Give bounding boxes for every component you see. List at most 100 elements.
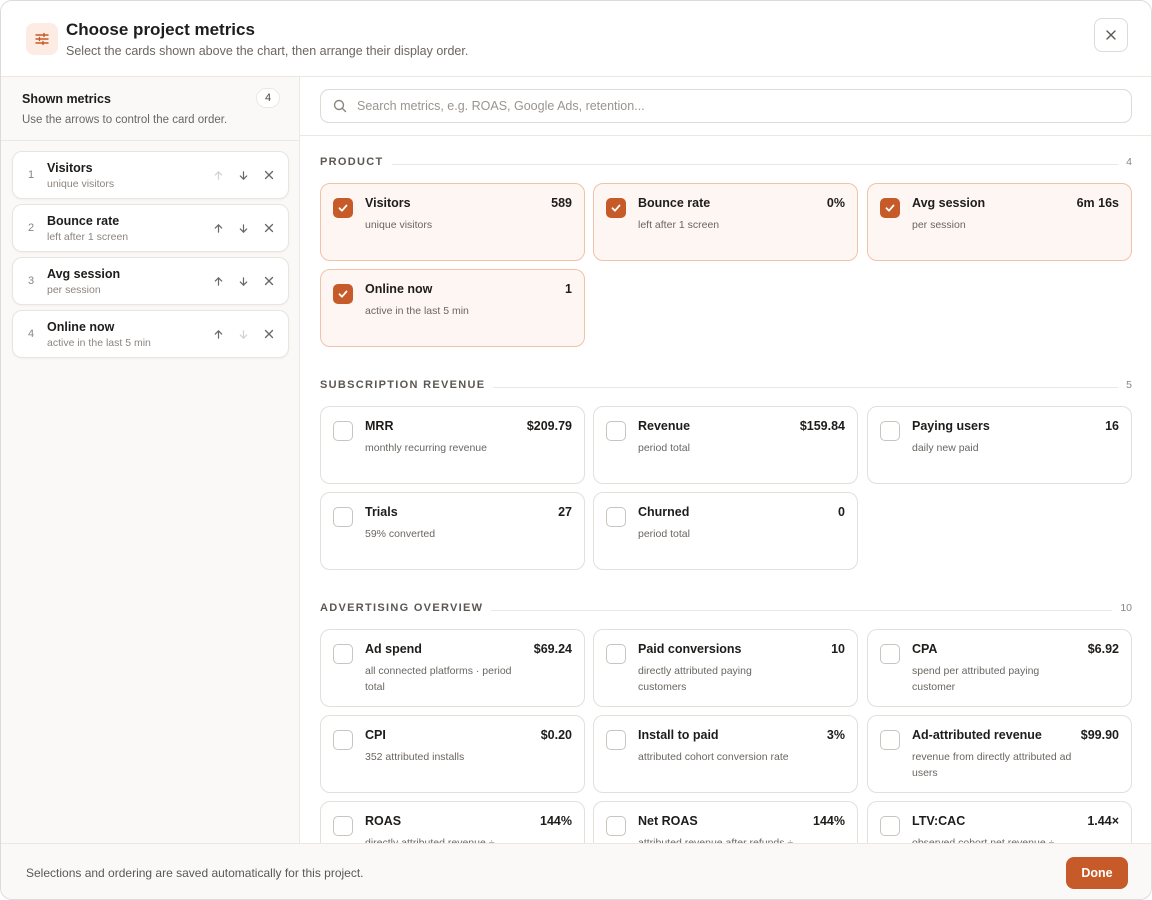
move-up-button [210,167,226,183]
metric-description: 59% converted [365,528,436,540]
metric-checkbox[interactable] [880,644,900,664]
metric-checkbox[interactable] [606,730,626,750]
metric-checkbox[interactable] [880,421,900,441]
metric-card-bounce-rate[interactable]: Bounce rate 0% left after 1 screen [593,183,858,261]
metric-description: unique visitors [365,219,433,231]
metric-name: Ad spend [365,642,422,656]
section-title: PRODUCT [320,156,392,168]
metric-description: period total [638,442,690,454]
arrow-up-icon [214,276,222,286]
metric-value: 1.44× [1087,814,1119,828]
metric-value: 6m 16s [1076,196,1119,210]
metric-value: 0% [826,196,845,210]
arrow-up-icon [214,170,222,180]
move-up-button[interactable] [210,220,226,236]
metric-card-roas[interactable]: ROAS 144% directly attributed revenue ÷ sp… [320,801,585,843]
remove-metric-button[interactable] [261,326,277,342]
order-item-visitors: 1 Visitors unique visitors [12,151,289,199]
sidebar-title: Shown metrics [22,92,111,106]
metric-card-ad-attributed-revenue[interactable]: Ad-attributed revenue $99.90 revenue from … [867,715,1132,793]
metric-name: ROAS [365,814,402,828]
metric-checkbox[interactable] [606,198,626,218]
metric-card-trials[interactable]: Trials 27 59% converted [320,492,585,570]
metric-value: 10 [831,642,845,656]
metric-checkbox[interactable] [880,198,900,218]
check-icon [885,204,895,212]
metric-card-ltv-cac[interactable]: LTV:CAC 1.44× observed cohort net revenue … [867,801,1132,843]
metric-checkbox[interactable] [880,816,900,836]
metric-checkbox[interactable] [333,284,353,304]
metric-name: Bounce rate [638,196,711,210]
move-down-button [235,326,251,342]
metric-description: per session [912,219,966,231]
move-up-button[interactable] [210,326,226,342]
metric-description: revenue from directly attributed ad user… [912,751,1072,779]
dialog-footer: Selections and ordering are saved automa… [1,843,1151,899]
metric-name: Churned [638,505,690,519]
move-down-button[interactable] [235,220,251,236]
metric-value: 589 [551,196,572,210]
close-icon [264,276,274,286]
metrics-dialog: Choose project metrics Select the cards … [0,0,1152,900]
metric-card-online-now[interactable]: Online now 1 active in the last 5 min [320,269,585,347]
metric-card-avg-session[interactable]: Avg session 6m 16s per session [867,183,1132,261]
section-header-advertising-overview: ADVERTISING OVERVIEW 10 [320,602,1132,618]
metric-description: period total [638,528,690,540]
metric-value: $209.79 [526,419,572,433]
close-icon [264,329,274,339]
metric-name: CPA [912,642,938,656]
move-down-button[interactable] [235,167,251,183]
metric-name: Revenue [638,419,691,433]
metric-value: 16 [1105,419,1119,433]
metric-card-visitors[interactable]: Visitors 589 unique visitors [320,183,585,261]
order-item-desc: left after 1 screen [47,231,129,243]
move-up-button[interactable] [210,273,226,289]
order-item-name: Online now [47,320,115,334]
metric-description: active in the last 5 min [365,305,469,317]
order-item-online-now: 4 Online now active in the last 5 min [12,310,289,358]
metric-card-net-roas[interactable]: Net ROAS 144% attributed revenue after ref… [593,801,858,843]
metric-checkbox[interactable] [606,644,626,664]
metric-card-ad-spend[interactable]: Ad spend $69.24 all connected platforms · … [320,629,585,707]
metric-checkbox[interactable] [880,730,900,750]
metric-checkbox[interactable] [333,198,353,218]
section-title: ADVERTISING OVERVIEW [320,602,492,614]
search-input[interactable] [357,90,1117,122]
remove-metric-button[interactable] [261,273,277,289]
metric-checkbox[interactable] [606,421,626,441]
metric-order-list: 1 Visitors unique visitors 2 Bounce rate left… [12,151,289,363]
search-box[interactable] [320,89,1132,123]
metric-checkbox[interactable] [606,507,626,527]
metric-value: $69.24 [533,642,572,656]
metric-card-revenue[interactable]: Revenue $159.84 period total [593,406,858,484]
metric-card-paying-users[interactable]: Paying users 16 daily new paid [867,406,1132,484]
section-header-product: PRODUCT 4 [320,156,1132,172]
metric-name: Paying users [912,419,990,433]
metric-card-cpi[interactable]: CPI $0.20 352 attributed installs [320,715,585,793]
arrow-down-icon [239,276,247,286]
metric-card-paid-conversions[interactable]: Paid conversions 10 directly attributed pa… [593,629,858,707]
metric-card-mrr[interactable]: MRR $209.79 monthly recurring revenue [320,406,585,484]
metric-checkbox[interactable] [333,816,353,836]
metric-checkbox[interactable] [333,730,353,750]
metrics-catalog: PRODUCT 4 Visitors 589 unique visitors Bounce… [300,77,1151,843]
close-button[interactable] [1094,18,1128,52]
metric-checkbox[interactable] [333,507,353,527]
order-item-name: Visitors [47,161,93,175]
metric-card-churned[interactable]: Churned 0 period total [593,492,858,570]
done-button[interactable]: Done [1066,857,1128,889]
metric-card-cpa[interactable]: CPA $6.92 spend per attributed paying cust… [867,629,1132,707]
move-down-button[interactable] [235,273,251,289]
check-icon [338,290,348,298]
metric-card-install-to-paid[interactable]: Install to paid 3% attributed cohort conve… [593,715,858,793]
metric-checkbox[interactable] [333,421,353,441]
metric-value: $6.92 [1087,642,1119,656]
dialog-title: Choose project metrics [66,20,255,39]
metric-name: Ad-attributed revenue [912,728,1042,742]
close-icon [264,223,274,233]
metric-name: LTV:CAC [912,814,966,828]
metric-checkbox[interactable] [333,644,353,664]
metric-checkbox[interactable] [606,816,626,836]
remove-metric-button[interactable] [261,167,277,183]
remove-metric-button[interactable] [261,220,277,236]
